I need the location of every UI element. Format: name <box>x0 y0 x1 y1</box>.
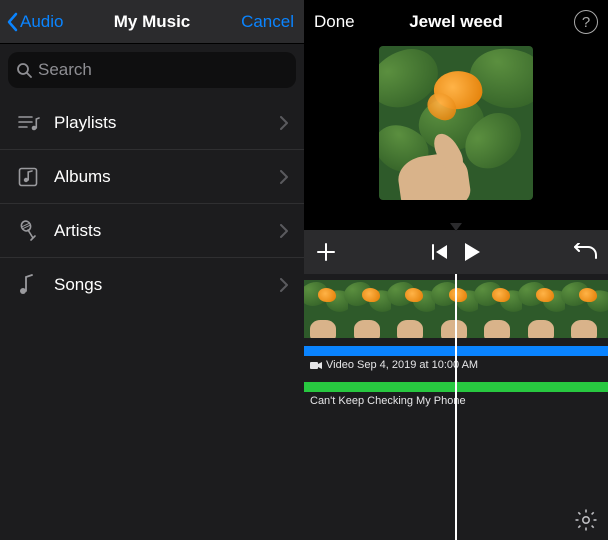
filmstrip-frame <box>304 280 348 338</box>
artists-icon <box>18 220 44 242</box>
back-label: Audio <box>20 12 63 32</box>
chevron-right-icon <box>280 278 288 292</box>
albums-icon <box>18 167 44 187</box>
list-item-artists[interactable]: Artists <box>0 204 304 258</box>
editor-header: Done Jewel weed ? <box>304 0 608 44</box>
filmstrip-frame <box>478 280 522 338</box>
music-picker-header: Audio My Music Cancel <box>0 0 304 44</box>
project-title: Jewel weed <box>409 12 503 32</box>
search-bar-container <box>0 44 304 96</box>
preview-frame <box>379 46 533 200</box>
preview-viewport[interactable] <box>304 44 608 230</box>
done-button[interactable]: Done <box>314 0 355 44</box>
filmstrip-frame <box>565 280 608 338</box>
search-input[interactable] <box>38 60 288 80</box>
list-item-label: Albums <box>44 167 280 187</box>
list-item-label: Artists <box>44 221 280 241</box>
music-category-list: Playlists Albums Artists <box>0 96 304 540</box>
settings-button[interactable] <box>574 508 598 532</box>
help-button[interactable]: ? <box>574 0 598 44</box>
chevron-left-icon <box>6 12 18 32</box>
cancel-button[interactable]: Cancel <box>241 0 294 44</box>
skip-back-icon <box>430 243 450 261</box>
list-item-songs[interactable]: Songs <box>0 258 304 312</box>
gear-icon <box>574 508 598 532</box>
search-bar[interactable] <box>8 52 296 88</box>
video-track-label: Video Sep 4, 2019 at 10:00 AM <box>310 359 478 371</box>
undo-icon <box>574 243 598 261</box>
chevron-right-icon <box>280 224 288 238</box>
video-editor-pane: Done Jewel weed ? <box>304 0 608 540</box>
plus-icon <box>315 241 337 263</box>
chevron-right-icon <box>280 116 288 130</box>
skip-back-button[interactable] <box>430 230 450 274</box>
play-button[interactable] <box>462 230 482 274</box>
editor-toolbar <box>304 230 608 274</box>
add-media-button[interactable] <box>304 230 348 274</box>
list-item-label: Playlists <box>44 113 280 133</box>
list-item-albums[interactable]: Albums <box>0 150 304 204</box>
picker-title: My Music <box>114 12 191 32</box>
timeline[interactable]: Video Sep 4, 2019 at 10:00 AM Can't Keep… <box>304 274 608 540</box>
filmstrip-frame <box>522 280 566 338</box>
music-picker-pane: Audio My Music Cancel Playlists <box>0 0 304 540</box>
filmstrip-frame <box>391 280 435 338</box>
list-item-label: Songs <box>44 275 280 295</box>
play-icon <box>462 241 482 263</box>
app-root: Audio My Music Cancel Playlists <box>0 0 608 540</box>
undo-button[interactable] <box>564 230 608 274</box>
playhead[interactable] <box>455 274 457 540</box>
filmstrip-frame <box>348 280 392 338</box>
playlists-icon <box>18 114 44 132</box>
video-clip-icon <box>310 361 322 370</box>
list-item-playlists[interactable]: Playlists <box>0 96 304 150</box>
songs-icon <box>18 274 44 296</box>
search-icon <box>16 62 32 78</box>
help-icon: ? <box>574 10 598 34</box>
chevron-right-icon <box>280 170 288 184</box>
audio-track-label: Can't Keep Checking My Phone <box>310 395 466 407</box>
back-button[interactable]: Audio <box>6 0 63 44</box>
